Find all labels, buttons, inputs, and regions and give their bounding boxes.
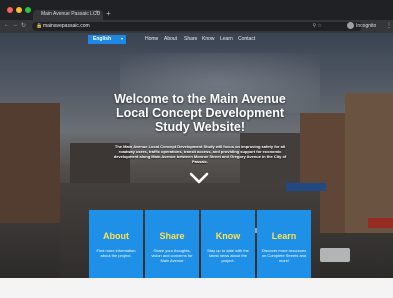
nav-about[interactable]: About xyxy=(164,36,177,42)
card-description: Share your thoughts, vision and concerns… xyxy=(151,248,193,263)
scroll-down-chevron-icon[interactable] xyxy=(189,171,209,185)
incognito-indicator[interactable]: Incognito xyxy=(347,22,376,29)
language-label: English xyxy=(93,36,112,42)
address-bar[interactable]: 🔒 mainavepassaic.com ⚲ ☆ xyxy=(32,22,362,31)
card-title: Share xyxy=(159,231,185,241)
browser-tab[interactable]: Main Avenue Passaic LCD × xyxy=(33,10,103,20)
hero-subtitle: The Main Avenue Local Concept Developmen… xyxy=(113,144,287,164)
incognito-icon xyxy=(347,22,354,29)
tab-close-icon[interactable]: × xyxy=(95,10,99,16)
minimize-window-button[interactable] xyxy=(16,7,22,13)
back-icon[interactable]: ← xyxy=(4,22,10,28)
page-body-area xyxy=(0,278,393,298)
card-description: Stay up to date with the latest news abo… xyxy=(207,248,249,263)
bookmark-star-icon[interactable]: ⚲ ☆ xyxy=(312,23,322,29)
close-window-button[interactable] xyxy=(7,7,13,13)
browser-toolbar: ← → ↻ 🔒 mainavepassaic.com ⚲ ☆ xyxy=(0,20,393,33)
url-text: mainavepassaic.com xyxy=(43,23,90,29)
forward-icon[interactable]: → xyxy=(12,22,18,28)
nav-know[interactable]: Know xyxy=(202,36,215,42)
card-about[interactable]: About Find more information about the pr… xyxy=(89,210,143,283)
nav-learn[interactable]: Learn xyxy=(220,36,233,42)
card-description: Find more information about the project. xyxy=(96,248,136,258)
browser-menu-icon[interactable]: ⋮ xyxy=(386,22,392,29)
chevron-down-icon: ▾ xyxy=(120,36,123,41)
card-title: About xyxy=(103,231,129,241)
maximize-window-button[interactable] xyxy=(25,7,31,13)
nav-contact[interactable]: Contact xyxy=(238,36,255,42)
card-share[interactable]: Share Share your thoughts, vision and co… xyxy=(145,210,199,283)
card-description: Discover more resources on Complete Stre… xyxy=(261,248,307,263)
incognito-label: Incognito xyxy=(356,22,377,29)
card-title: Learn xyxy=(271,231,297,241)
reload-icon[interactable]: ↻ xyxy=(21,22,26,29)
card-title: Know xyxy=(215,231,241,241)
browser-titlebar: Main Avenue Passaic LCD × + xyxy=(0,0,393,20)
lock-icon: 🔒 xyxy=(36,23,43,29)
hero-title: Welcome to the Main Avenue Local Concept… xyxy=(114,92,286,134)
card-learn[interactable]: Learn Discover more resources on Complet… xyxy=(257,210,311,283)
tab-title: Main Avenue Passaic LCD xyxy=(41,11,101,17)
card-know[interactable]: Know Stay up to date with the latest new… xyxy=(201,210,255,283)
nav-share[interactable]: Share xyxy=(184,36,197,42)
language-select[interactable]: English ▾ xyxy=(88,35,126,44)
new-tab-icon[interactable]: + xyxy=(106,9,111,18)
nav-home[interactable]: Home xyxy=(145,36,158,42)
